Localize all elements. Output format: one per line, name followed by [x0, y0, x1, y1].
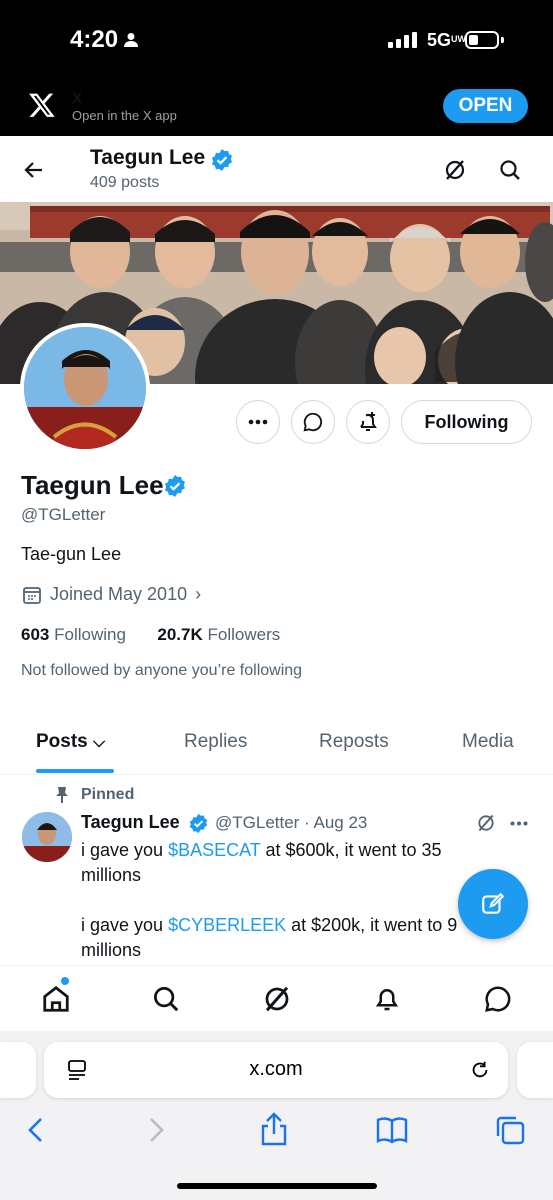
- chevron-down-icon: ⌵: [93, 734, 106, 751]
- header-name: Taegun Lee: [90, 146, 206, 169]
- calendar-icon: [23, 587, 41, 604]
- status-time: 4:20: [70, 26, 119, 53]
- profile-name: Taegun Lee: [21, 470, 164, 500]
- compose-icon: [482, 892, 505, 914]
- active-tab-indicator: [36, 769, 114, 773]
- tabs-icon[interactable]: [494, 1114, 526, 1146]
- search-icon[interactable]: [151, 984, 181, 1014]
- tweet-author-name[interactable]: Taegun Lee: [81, 812, 180, 833]
- tweet-meta: @TGLetter · Aug 23: [215, 813, 368, 832]
- signal-icon: [388, 32, 417, 48]
- messages-icon[interactable]: [483, 984, 513, 1014]
- next-tab-preview[interactable]: [517, 1042, 553, 1098]
- pin-icon: [56, 787, 68, 803]
- person-icon: [124, 33, 138, 47]
- tweet-more-icon[interactable]: [510, 821, 528, 826]
- previous-tab-preview[interactable]: [0, 1042, 36, 1098]
- pinned-label: Pinned: [81, 786, 135, 803]
- more-options-button[interactable]: [236, 400, 280, 444]
- profile-stats: 603 Following 20.7K Followers: [21, 625, 280, 645]
- grok-icon[interactable]: [262, 984, 292, 1014]
- share-icon[interactable]: [259, 1112, 289, 1146]
- banner-app-name: X: [72, 90, 83, 107]
- notification-dot: [61, 977, 69, 985]
- home-icon[interactable]: [41, 984, 71, 1014]
- x-logo-icon: [29, 93, 55, 117]
- bell-icon[interactable]: [372, 984, 402, 1014]
- bookmarks-icon[interactable]: [375, 1116, 409, 1144]
- search-icon[interactable]: [498, 158, 522, 182]
- verified-badge-icon: [165, 475, 185, 497]
- network-type: 5GUW: [427, 30, 467, 50]
- message-button[interactable]: [291, 400, 335, 444]
- followed-by-note: Not followed by anyone you’re following: [21, 662, 303, 679]
- tab-posts[interactable]: Posts ⌵: [36, 731, 105, 753]
- verified-badge-icon: [212, 149, 232, 171]
- bell-plus-icon: [360, 412, 377, 431]
- header-post-count: 409 posts: [90, 174, 160, 191]
- grok-icon[interactable]: [476, 813, 496, 833]
- tweet-avatar[interactable]: [22, 812, 72, 862]
- grok-icon[interactable]: [443, 158, 467, 182]
- more-dots-icon: [248, 419, 268, 425]
- url-text[interactable]: x.com: [44, 1058, 508, 1081]
- open-app-button[interactable]: OPEN: [443, 89, 528, 123]
- cashtag-link[interactable]: $CYBERLEEK: [168, 915, 286, 935]
- forward-icon[interactable]: [144, 1115, 168, 1145]
- compose-button[interactable]: [458, 869, 528, 939]
- back-icon[interactable]: [24, 1115, 48, 1145]
- chevron-right-icon: ›: [195, 584, 202, 604]
- tab-replies[interactable]: Replies: [184, 731, 247, 753]
- battery-tip: [501, 37, 504, 43]
- profile-bio: Tae-gun Lee: [21, 544, 122, 564]
- following-button[interactable]: Following: [401, 400, 532, 444]
- following-link[interactable]: 603 Following: [21, 625, 126, 644]
- notifications-button[interactable]: [346, 400, 390, 444]
- profile-handle: @TGLetter: [21, 505, 106, 524]
- chat-bubble-icon: [303, 412, 323, 432]
- cashtag-link[interactable]: $BASECAT: [168, 840, 260, 860]
- tab-reposts[interactable]: Reposts: [319, 731, 389, 753]
- profile-avatar[interactable]: [20, 323, 150, 453]
- tab-media[interactable]: Media: [462, 731, 514, 753]
- home-indicator: [177, 1183, 377, 1189]
- battery-icon: [465, 31, 499, 49]
- profile-joined[interactable]: Joined May 2010 ›: [50, 584, 201, 605]
- reload-icon[interactable]: [469, 1059, 491, 1081]
- tweet-text: i gave you $BASECAT at $600k, it went to…: [81, 840, 463, 960]
- banner-subtitle: Open in the X app: [72, 108, 177, 123]
- back-arrow-icon[interactable]: [22, 158, 46, 182]
- tabs-divider: [0, 774, 553, 775]
- verified-badge-icon: [189, 813, 208, 834]
- followers-link[interactable]: 20.7K Followers: [157, 625, 280, 644]
